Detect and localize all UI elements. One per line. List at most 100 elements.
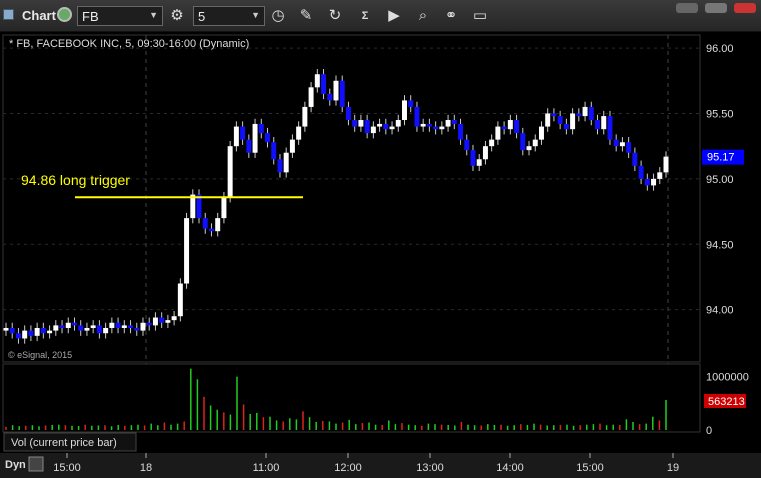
clock-icon[interactable]: ◷	[267, 5, 289, 27]
candle-body	[22, 330, 28, 339]
candle-body	[638, 165, 644, 179]
candle-body	[439, 126, 445, 130]
candle-body	[258, 123, 264, 134]
chevron-down-icon[interactable]: ▼	[251, 10, 260, 20]
candle-body	[314, 74, 320, 88]
search-icon[interactable]: ⌕	[412, 5, 434, 27]
candle-body	[433, 126, 439, 130]
interval-value: 5	[198, 9, 206, 24]
candle-body	[90, 325, 96, 328]
candle-body	[595, 120, 600, 130]
volume-last-label: 563213	[708, 396, 745, 408]
volume-tick-label: 0	[706, 425, 712, 437]
candle-body	[9, 327, 15, 334]
candle-body	[464, 139, 470, 151]
candle-body	[121, 325, 127, 328]
candle-body	[377, 123, 383, 127]
candle-body	[520, 133, 526, 151]
x-tick-label: 18	[140, 462, 152, 474]
candle-body	[215, 218, 221, 232]
candle-body	[626, 142, 632, 153]
close-button[interactable]	[734, 3, 756, 13]
candle-body	[72, 322, 77, 326]
candle-body	[221, 197, 227, 219]
candle-body	[588, 106, 594, 121]
candle-body	[576, 113, 582, 117]
candle-body	[227, 146, 233, 198]
minimize-button[interactable]	[676, 3, 698, 13]
candle-body	[551, 113, 557, 117]
candle-body	[283, 152, 289, 173]
candle-body	[115, 322, 121, 328]
candle-body	[619, 142, 625, 147]
candle-body	[208, 228, 214, 232]
candle-body	[327, 93, 333, 101]
candle-body	[402, 100, 407, 121]
candle-body	[134, 327, 140, 331]
x-tick-label: 19	[667, 462, 679, 474]
candle-body	[383, 123, 389, 130]
candle-body	[501, 126, 507, 130]
candle-body	[370, 126, 376, 134]
candle-body	[202, 218, 208, 229]
candle-body	[538, 126, 544, 140]
candle-body	[482, 146, 488, 160]
chevron-down-icon[interactable]: ▼	[149, 10, 158, 20]
candle-body	[339, 80, 345, 107]
candle-body	[458, 123, 464, 140]
candle-body	[321, 74, 327, 94]
candle-body	[607, 116, 613, 140]
candle-body	[302, 106, 308, 127]
candle-body	[252, 123, 258, 153]
link-icon[interactable]: ⚭	[440, 5, 462, 27]
candle-body	[233, 126, 239, 147]
y-tick-label: 95.00	[706, 174, 734, 186]
copyright: © eSignal, 2015	[8, 350, 72, 360]
symbol-value: FB	[82, 9, 99, 24]
chart-area[interactable]: 96.00 95.50 95.00 94.50 94.00 * FB, FACEBOOK…	[0, 33, 761, 478]
candle-body	[476, 159, 482, 166]
candle-body	[40, 327, 46, 334]
candle-body	[240, 126, 246, 140]
candle-body	[644, 178, 650, 186]
candle-body	[296, 126, 302, 140]
candle-body	[345, 106, 351, 121]
refresh-icon[interactable]: ↻	[324, 5, 346, 27]
link-group-icon[interactable]	[57, 7, 72, 22]
candle-body	[177, 283, 183, 317]
candle-body	[103, 327, 109, 334]
price-pane	[2, 34, 701, 363]
symbol-combo[interactable]: FB ▼	[77, 6, 163, 26]
y-tick-label: 94.00	[706, 305, 734, 317]
maximize-button[interactable]	[705, 3, 727, 13]
candle-body	[59, 325, 65, 328]
candle-body	[408, 100, 414, 107]
candle-body	[84, 327, 90, 331]
candle-body	[308, 87, 314, 107]
candle-body	[389, 126, 395, 130]
candle-body	[277, 159, 283, 173]
candle-body	[426, 123, 432, 127]
candle-body	[451, 120, 457, 124]
window-icon	[3, 9, 14, 20]
time-axis-bar	[0, 453, 761, 478]
x-tick-label: 12:00	[334, 462, 362, 474]
candle-body	[140, 322, 146, 331]
candle-body	[128, 325, 134, 328]
chat-icon[interactable]: ▭	[469, 5, 491, 27]
interval-combo[interactable]: 5 ▼	[193, 6, 265, 26]
candle-body	[364, 120, 370, 134]
chart-settings-icon[interactable]: ⚙	[166, 5, 188, 27]
candle-body	[557, 116, 563, 124]
play-icon[interactable]: ▶	[383, 5, 405, 27]
candle-body	[582, 106, 588, 117]
y-tick-label: 96.00	[706, 43, 734, 55]
candle-body	[601, 116, 607, 130]
pencil-icon[interactable]: ✎	[295, 5, 317, 27]
candle-body	[47, 330, 53, 334]
lock-icon[interactable]	[28, 456, 44, 472]
sigma-icon[interactable]: Σ	[354, 5, 376, 27]
volume-title: Vol (current price bar)	[11, 437, 117, 449]
window-title: Chart	[22, 8, 56, 23]
candle-body	[333, 80, 339, 101]
